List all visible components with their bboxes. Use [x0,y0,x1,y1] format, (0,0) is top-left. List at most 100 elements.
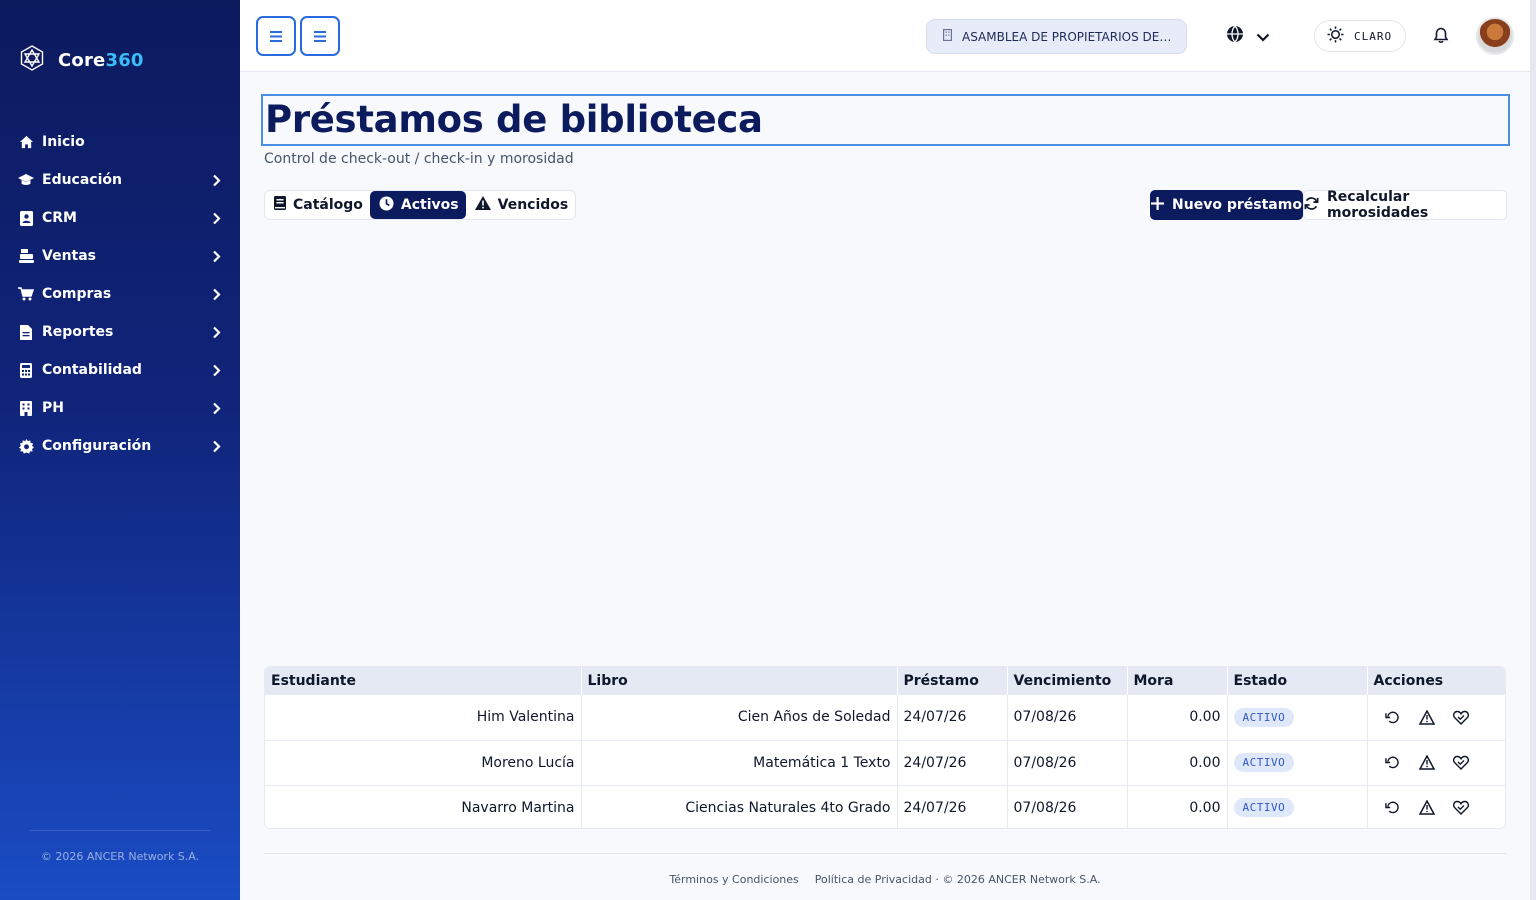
home-icon [18,134,34,150]
tab-vencidos[interactable]: Vencidos [466,191,576,219]
hamburger-icon [270,27,282,46]
loan-tabs: Catálogo Activos Vencidos [264,190,577,220]
sidebar-collapse-button[interactable] [300,16,340,56]
hamburger-icon [314,27,326,46]
terms-link[interactable]: Términos y Condiciones [669,873,798,886]
file-report-icon [18,324,34,340]
column-header-vencimiento[interactable]: Vencimiento [1007,667,1128,695]
sidebar-item-contabilidad[interactable]: Contabilidad [0,351,240,389]
clock-icon [379,195,394,215]
new-loan-button[interactable]: Nuevo préstamo [1150,190,1303,220]
shopping-cart-icon [18,286,34,302]
page-title-container: Préstamos de biblioteca [261,94,1510,146]
menu-toggle-button[interactable] [256,16,296,56]
report-issue-icon[interactable] [1418,799,1436,817]
cash-register-icon [18,248,34,264]
column-header-libro[interactable]: Libro [581,667,898,695]
organization-name: ASAMBLEA DE PROPIETARIOS DE … [962,29,1172,44]
sun-icon [1327,26,1344,46]
user-avatar[interactable] [1476,17,1514,55]
status-badge: ACTIVO [1233,707,1295,727]
cell-actions [1367,695,1505,741]
tab-label: Catálogo [293,197,363,213]
sidebar-item-label: Inicio [42,134,85,150]
sidebar-item-label: Contabilidad [42,362,142,378]
sidebar-item-label: Configuración [42,438,152,454]
sidebar-item-ph[interactable]: PH [0,389,240,427]
sidebar-item-crm[interactable]: CRM [0,199,240,237]
cell-fine: 0.00 [1127,695,1228,741]
core360-logo-icon [18,44,46,76]
page-subtitle: Control de check-out / check-in y morosi… [264,151,574,167]
cell-actions [1367,740,1505,786]
column-header-estado[interactable]: Estado [1227,667,1368,695]
sidebar-item-compras[interactable]: Compras [0,275,240,313]
brand-name: Core360 [58,49,144,71]
chevron-right-icon [210,249,222,263]
page-title: Préstamos de biblioteca [265,98,763,141]
notifications-button[interactable] [1430,26,1452,48]
report-issue-icon[interactable] [1418,708,1436,726]
heart-check-icon[interactable] [1452,708,1470,726]
table-row: Him Valentina Cien Años de Soledad 24/07… [265,695,1505,741]
cell-fine: 0.00 [1127,785,1228,828]
column-header-prestamo[interactable]: Préstamo [897,667,1008,695]
page-scrollbar[interactable] [1530,0,1536,900]
graduation-cap-icon [18,172,34,188]
warning-icon [474,196,491,214]
sidebar-nav: Inicio Educación CRM Ventas Compras Repo… [0,123,240,465]
cell-fine: 0.00 [1127,740,1228,786]
chevron-right-icon [210,325,222,339]
sidebar-item-label: PH [42,400,64,416]
chevron-right-icon [210,173,222,187]
cell-due-date: 07/08/26 [1007,740,1128,786]
privacy-link[interactable]: Política de Privacidad [815,873,932,886]
cell-loan-date: 24/07/26 [897,695,1008,741]
language-selector[interactable] [1226,24,1270,48]
heart-check-icon[interactable] [1452,799,1470,817]
status-badge: ACTIVO [1233,753,1295,772]
cell-status: ACTIVO [1227,695,1368,741]
column-header-mora[interactable]: Mora [1127,667,1228,695]
tab-label: Vencidos [497,197,569,213]
cell-book: Matemática 1 Texto [581,740,898,786]
brand-logo[interactable]: Core360 [18,44,144,76]
plus-icon [1151,196,1165,214]
sidebar-item-label: Reportes [42,324,114,340]
report-issue-icon[interactable] [1418,754,1436,772]
building-icon [18,400,34,416]
return-icon[interactable] [1384,708,1402,726]
sidebar-item-educacion[interactable]: Educación [0,161,240,199]
refresh-icon [1304,196,1319,215]
chevron-right-icon [210,363,222,377]
cell-status: ACTIVO [1227,740,1368,786]
cell-status: ACTIVO [1227,785,1368,828]
recalculate-fines-button[interactable]: Recalcular morosidades [1303,189,1507,221]
chevron-right-icon [210,401,222,415]
cell-student: Navarro Martina [265,785,582,828]
sidebar-item-label: Compras [42,286,112,302]
table-header-row: Estudiante Libro Préstamo Vencimiento Mo… [265,667,1505,695]
sidebar-item-ventas[interactable]: Ventas [0,237,240,275]
book-icon [274,196,286,214]
organization-selector[interactable]: ASAMBLEA DE PROPIETARIOS DE … [926,19,1187,54]
sidebar-item-inicio[interactable]: Inicio [0,123,240,161]
return-icon[interactable] [1384,754,1402,772]
page-footer: Términos y Condiciones Política de Privac… [264,853,1506,886]
sidebar: Core360 Inicio Educación CRM Ventas Comp… [0,0,240,900]
tab-label: Activos [400,197,459,213]
return-icon[interactable] [1384,799,1402,817]
sidebar-item-label: Ventas [42,248,97,264]
sidebar-item-reportes[interactable]: Reportes [0,313,240,351]
cell-book: Ciencias Naturales 4to Grado [581,785,898,828]
column-header-estudiante[interactable]: Estudiante [265,667,582,695]
sidebar-item-configuracion[interactable]: Configuración [0,427,240,465]
cell-due-date: 07/08/26 [1007,785,1128,828]
heart-check-icon[interactable] [1452,754,1470,772]
tab-activos[interactable]: Activos [369,191,466,219]
theme-toggle[interactable]: CLARO [1314,20,1406,52]
sidebar-item-label: CRM [42,210,77,226]
cell-student: Moreno Lucía [265,740,582,786]
tab-catalogo[interactable]: Catálogo [265,191,370,219]
sidebar-item-label: Educación [42,172,122,188]
